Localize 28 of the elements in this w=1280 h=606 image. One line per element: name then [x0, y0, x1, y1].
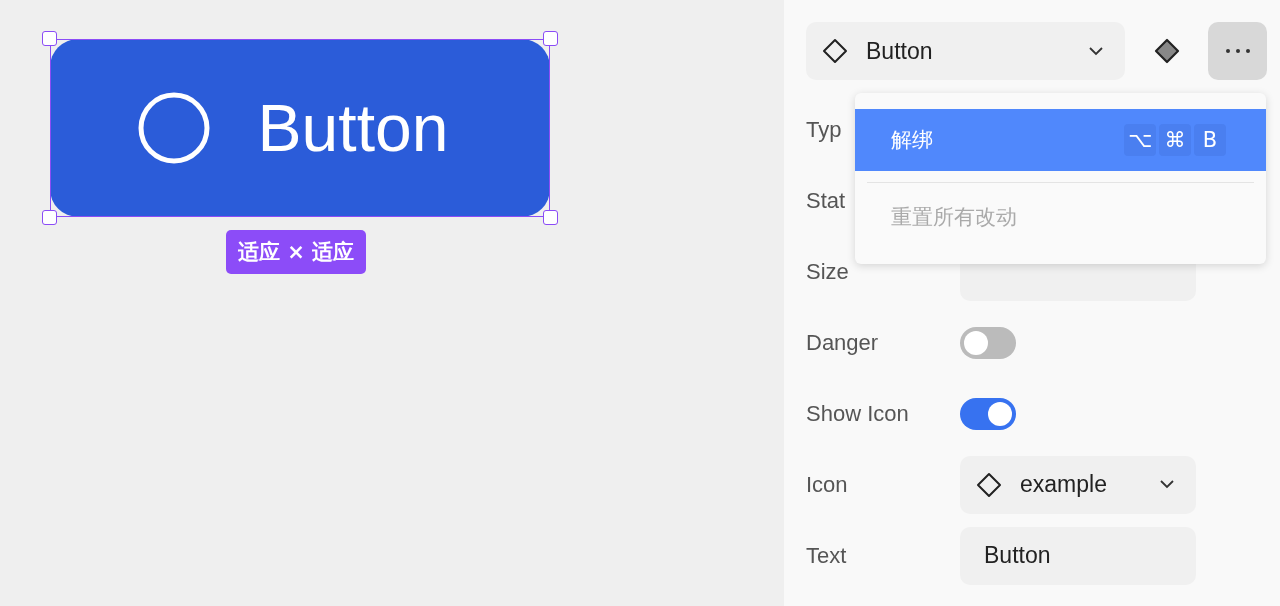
property-label: Danger [806, 329, 879, 355]
resize-handle[interactable] [42, 31, 57, 46]
property-label: Typ [806, 116, 842, 142]
select-field[interactable]: example [960, 455, 1196, 514]
property-label: Show Icon [806, 400, 909, 426]
property-label: Icon [806, 471, 848, 497]
more-icon [1224, 48, 1251, 54]
property-label: Text [806, 542, 847, 568]
diamond-icon [822, 38, 848, 64]
resize-handle[interactable] [42, 210, 57, 225]
property-label: Stat [806, 187, 846, 213]
shortcut-key: B [1194, 124, 1226, 156]
resize-handle[interactable] [543, 210, 558, 225]
property-label: Size [806, 258, 849, 284]
text-input[interactable]: Button [960, 526, 1196, 585]
component-button[interactable]: Button [50, 39, 550, 217]
chevron-down-icon [1089, 46, 1103, 56]
toggle-switch[interactable] [960, 326, 1016, 359]
menu-item[interactable]: 解绑 ⌥ ⌘ B [855, 109, 1266, 171]
component-select[interactable]: Button [806, 22, 1125, 80]
shortcut-key: ⌘ [1159, 124, 1191, 156]
toggle-switch[interactable] [960, 397, 1016, 430]
diamond-icon [976, 471, 1002, 498]
resize-handle[interactable] [543, 31, 558, 46]
chevron-down-icon [1160, 480, 1174, 489]
size-badge: 适应 × 适应 [226, 230, 367, 274]
filled-diamond-icon[interactable] [1154, 38, 1180, 64]
shortcut-key: ⌥ [1124, 124, 1156, 156]
